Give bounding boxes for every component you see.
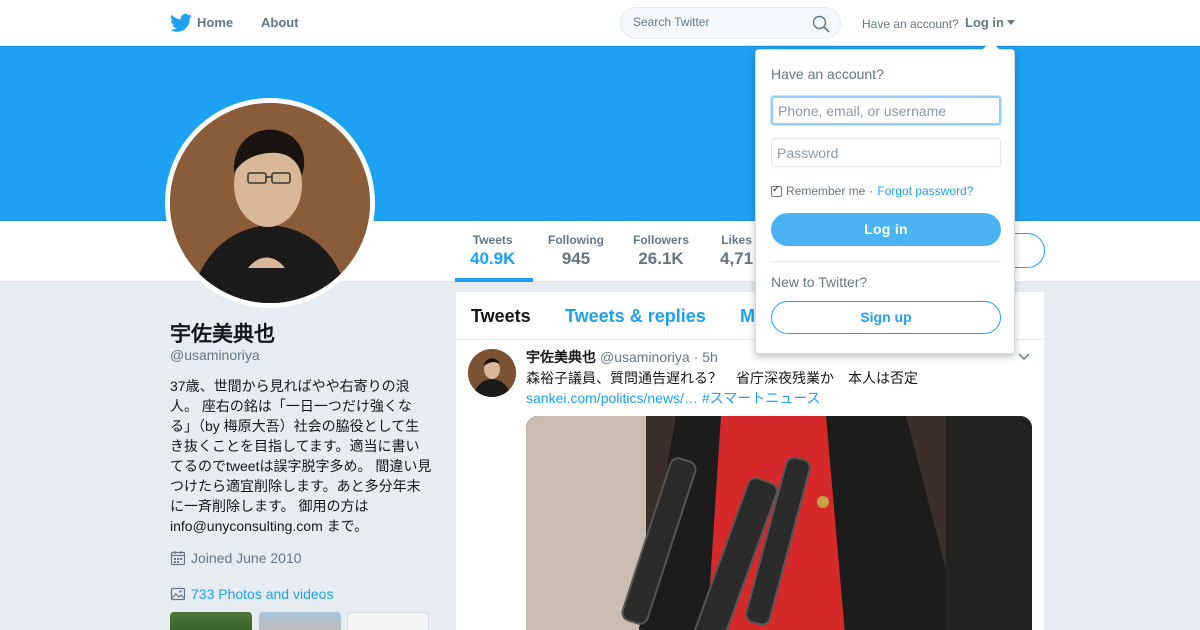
stat-label: Likes [721, 233, 752, 247]
stat-value: 26.1K [638, 249, 684, 268]
tweet-timestamp[interactable]: · 5h [694, 349, 718, 365]
profile-handle[interactable]: @usaminoriya [170, 347, 260, 363]
username-field[interactable] [771, 96, 1001, 125]
stat-value: 945 [561, 249, 591, 268]
stat-tweets[interactable]: Tweets 40.9K [470, 233, 515, 269]
nav-about-label: About [261, 15, 299, 30]
photo-thumbnail[interactable] [347, 612, 429, 630]
remember-label[interactable]: Remember me [786, 184, 865, 198]
have-account-text: Have an account? [862, 17, 959, 31]
tweet-header: 宇佐美典也 @usaminoriya · 5h [526, 347, 718, 367]
search-box [620, 7, 841, 39]
remember-row: Remember me · Forgot password? [771, 184, 973, 198]
search-input[interactable] [633, 15, 803, 29]
dropdown-title: Have an account? [771, 66, 884, 82]
new-to-twitter-text: New to Twitter? [771, 274, 868, 290]
stat-label: Followers [633, 233, 690, 247]
separator-dot: · [869, 184, 874, 198]
tab-media[interactable]: M [740, 306, 755, 327]
divider [771, 261, 1001, 262]
remember-checkbox[interactable] [771, 184, 782, 197]
tweet-hashtag-link[interactable]: #スマートニュース [702, 390, 821, 406]
profile-bio: 37歳、世間から見ればやや右寄りの浪人。 座右の銘は「一日一つだけ強くなる」（b… [170, 378, 432, 534]
signup-button[interactable]: Sign up [771, 301, 1001, 334]
image-icon [170, 587, 186, 601]
login-button[interactable]: Log in [771, 213, 1001, 246]
tweet-avatar[interactable] [468, 349, 516, 397]
stat-value: 40.9K [470, 249, 516, 268]
login-dropdown-toggle[interactable]: Log in [965, 15, 1015, 30]
photo-thumbnail[interactable] [170, 612, 252, 630]
profile-avatar[interactable] [165, 98, 375, 308]
photo-thumbnail[interactable] [259, 612, 341, 630]
tweet-url-link[interactable]: sankei.com/politics/news/… [526, 390, 698, 406]
tweet-author-name[interactable]: 宇佐美典也 [526, 347, 596, 367]
stat-value: 4,71 [720, 249, 754, 268]
tweet-author-handle[interactable]: @usaminoriya [600, 349, 690, 365]
tweet-links: sankei.com/politics/news/… #スマートニュース [526, 388, 821, 408]
chevron-down-icon[interactable] [1018, 350, 1030, 362]
stat-followers[interactable]: Followers 26.1K [633, 233, 689, 269]
active-stat-indicator [455, 278, 533, 282]
stat-likes[interactable]: Likes 4,71 [720, 233, 753, 269]
joined-text: Joined June 2010 [191, 550, 302, 566]
calendar-icon [170, 551, 186, 566]
profile-joined: Joined June 2010 [170, 550, 302, 566]
stat-following[interactable]: Following 945 [548, 233, 604, 269]
stat-label: Following [548, 233, 604, 247]
avatar-photo [170, 103, 370, 303]
tweet-text: 森裕子議員、質問通告遅れる？ 省庁深夜残業か 本人は否定 [526, 370, 918, 386]
login-dropdown: Have an account? Remember me · Forgot pa… [755, 41, 1015, 354]
top-nav: Home About Have an account? Log in [0, 0, 1200, 46]
search-icon[interactable] [812, 15, 830, 33]
photos-label: 733 Photos and videos [191, 586, 334, 602]
photos-videos-link[interactable]: 733 Photos and videos [170, 586, 333, 602]
tweet-media-image[interactable] [526, 416, 1032, 630]
caret-down-icon [1007, 20, 1015, 25]
twitter-bird-icon[interactable] [170, 13, 192, 33]
tab-tweets-replies[interactable]: Tweets & replies [565, 306, 706, 327]
nav-home[interactable]: Home [197, 15, 233, 30]
forgot-password-link[interactable]: Forgot password? [877, 184, 973, 198]
login-link-label: Log in [965, 15, 1004, 30]
stat-label: Tweets [472, 233, 513, 247]
password-field[interactable] [771, 138, 1001, 167]
profile-name[interactable]: 宇佐美典也 [170, 318, 275, 348]
nav-about[interactable]: About [261, 15, 299, 30]
tab-tweets[interactable]: Tweets [471, 306, 531, 327]
nav-home-label: Home [197, 15, 234, 30]
